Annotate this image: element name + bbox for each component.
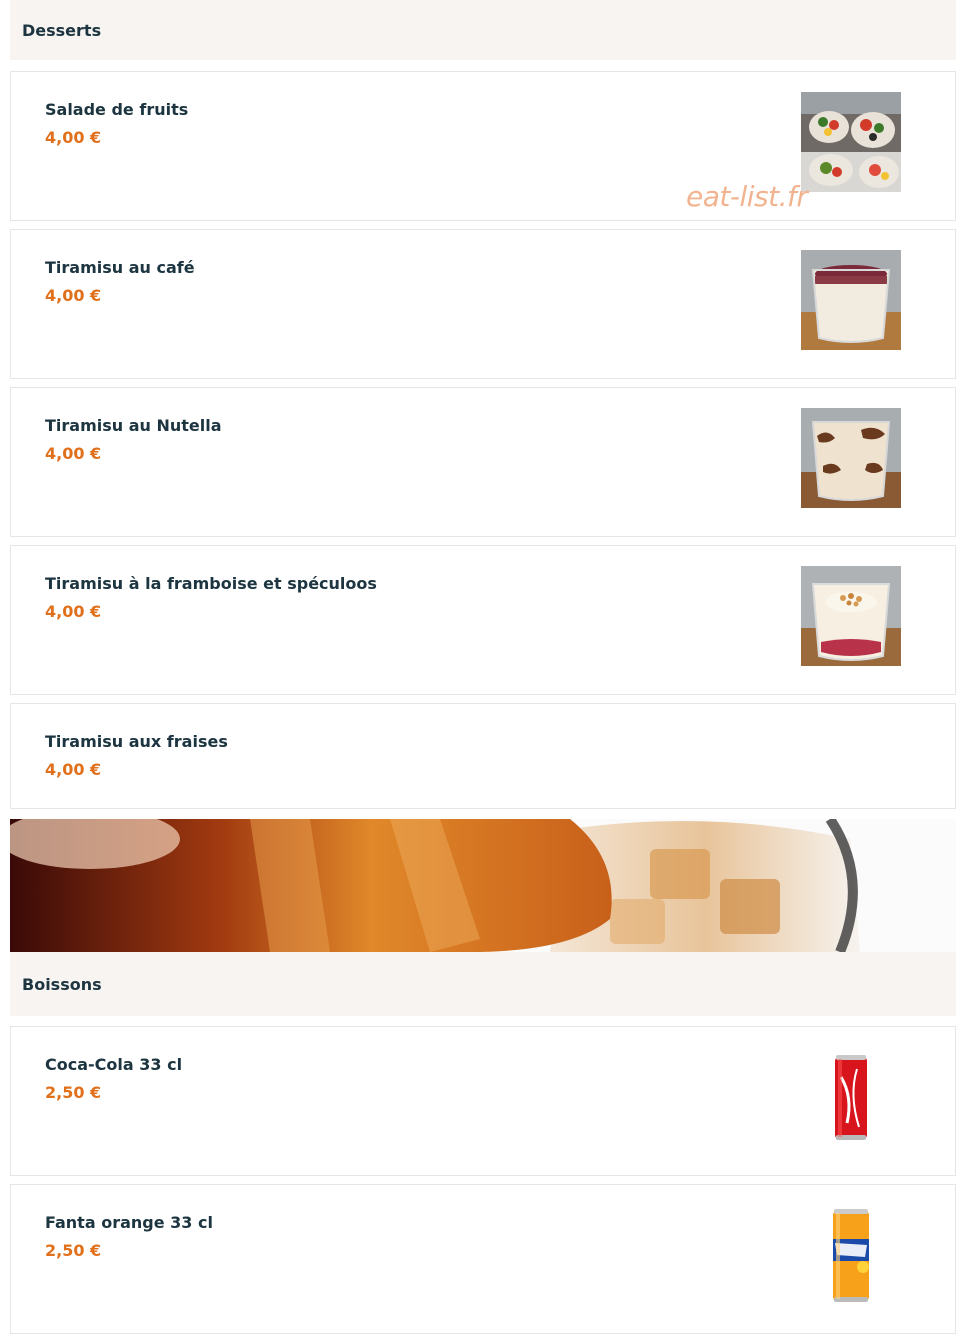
- item-price: 4,00 €: [45, 444, 102, 463]
- menu-item-card[interactable]: Tiramisu aux fraises 4,00 €: [10, 703, 956, 809]
- item-name: Salade de fruits: [45, 100, 189, 119]
- menu-item-card[interactable]: Tiramisu à la framboise et spéculoos 4,0…: [10, 545, 956, 695]
- coffee-tiramisu-image: [801, 250, 901, 350]
- raspberry-speculoos-tiramisu-image: [801, 566, 901, 666]
- item-price: 4,00 €: [45, 760, 102, 779]
- item-name: Tiramisu au Nutella: [45, 416, 222, 435]
- section-header-desserts: Desserts: [10, 0, 956, 60]
- item-price: 4,00 €: [45, 286, 102, 305]
- item-name: Tiramisu au café: [45, 258, 195, 277]
- section-header-boissons: Boissons: [10, 952, 956, 1016]
- item-name: Tiramisu aux fraises: [45, 732, 228, 751]
- menu-item-card[interactable]: Coca-Cola 33 cl 2,50 €: [10, 1026, 956, 1176]
- watermark-text: eat-list.fr: [686, 180, 808, 213]
- item-name: Fanta orange 33 cl: [45, 1213, 213, 1232]
- boissons-banner-image: [10, 819, 956, 952]
- item-price: 4,00 €: [45, 128, 102, 147]
- item-price: 2,50 €: [45, 1083, 102, 1102]
- menu-item-card[interactable]: Tiramisu au Nutella 4,00 €: [10, 387, 956, 537]
- fruit-salad-image: [801, 92, 901, 192]
- section-title: Desserts: [22, 20, 102, 40]
- section-title: Boissons: [22, 974, 102, 994]
- item-price: 4,00 €: [45, 602, 102, 621]
- menu-item-card[interactable]: Fanta orange 33 cl 2,50 €: [10, 1184, 956, 1334]
- nutella-tiramisu-image: [801, 408, 901, 508]
- item-price: 2,50 €: [45, 1241, 102, 1260]
- item-name: Coca-Cola 33 cl: [45, 1055, 183, 1074]
- item-name: Tiramisu à la framboise et spéculoos: [45, 574, 377, 593]
- menu-item-card[interactable]: Tiramisu au café 4,00 €: [10, 229, 956, 379]
- menu-item-card[interactable]: Salade de fruits 4,00 €: [10, 71, 956, 221]
- coca-cola-can-image: [801, 1047, 901, 1147]
- fanta-orange-can-image: [801, 1205, 901, 1305]
